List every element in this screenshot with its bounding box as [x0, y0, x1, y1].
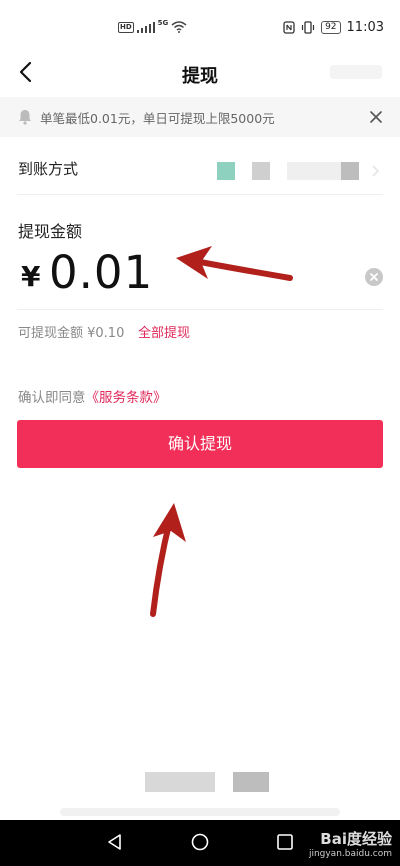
footer-shadow [60, 808, 340, 816]
arrow-to-confirm [150, 503, 186, 617]
watermark-url: jingyan.baidu.com [308, 849, 392, 859]
clear-input-icon[interactable] [365, 268, 383, 286]
withdraw-all-link[interactable]: 全部提现 [138, 322, 190, 341]
notice-banner: 单笔最低0.01元，单日可提现上限5000元 [0, 97, 400, 137]
amount-input-row[interactable]: ¥ 0.01 [17, 240, 383, 310]
payout-method-icon [217, 162, 235, 180]
hd-icon: HD [118, 21, 134, 33]
bell-icon [19, 110, 31, 125]
payout-method-label: 到账方式 [18, 160, 79, 178]
payout-method-row[interactable]: 到账方式 [17, 138, 383, 195]
amount-input[interactable]: 0.01 [49, 246, 153, 299]
payout-account-blurred [287, 162, 341, 180]
status-bar: HD 5G 92 11:03 [0, 0, 400, 50]
terms-link[interactable]: 《服务条款》 [86, 390, 167, 406]
amount-label: 提现金额 [18, 222, 83, 241]
watermark: Bai度经验 jingyan.baidu.com [309, 828, 392, 859]
close-icon[interactable] [366, 107, 386, 127]
vibrate-icon [301, 21, 315, 34]
battery-icon: 92 [321, 21, 341, 34]
chevron-right-icon [372, 165, 379, 177]
payout-account-blurred-2 [341, 162, 359, 180]
wifi-icon [171, 21, 187, 33]
notice-text: 单笔最低0.01元，单日可提现上限5000元 [40, 111, 275, 126]
network-label: 5G [157, 19, 169, 27]
footer-blurred-text [145, 772, 215, 792]
nav-back-icon[interactable] [106, 833, 124, 851]
nav-bar: 提现 [0, 50, 400, 96]
nav-right-placeholder [330, 65, 382, 79]
time: 11:03 [346, 20, 384, 35]
available-amount: 可提现金额 ¥0.10 [18, 326, 125, 341]
nav-recents-icon[interactable] [276, 833, 294, 851]
signal-icon [136, 21, 155, 33]
footer-blurred-text-2 [233, 772, 269, 792]
agreement-text: 确认即同意《服务条款》 [18, 386, 167, 406]
agreement-prefix: 确认即同意 [18, 390, 86, 406]
nav-home-icon[interactable] [191, 833, 209, 851]
watermark-logo: Bai度经验 [320, 830, 392, 848]
currency-symbol: ¥ [21, 260, 41, 293]
payout-method-name-blurred [252, 162, 270, 180]
confirm-withdraw-button[interactable]: 确认提现 [17, 420, 383, 468]
nfc-icon [283, 21, 295, 34]
